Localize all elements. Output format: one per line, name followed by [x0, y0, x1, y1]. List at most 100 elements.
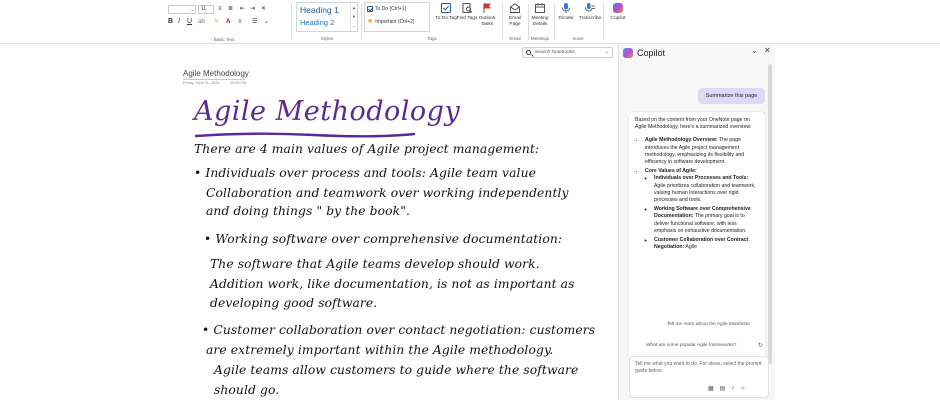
style-heading-2[interactable]: Heading 2: [300, 18, 334, 27]
compose-toolbar: ▦ ▤ ♪ ➤: [708, 385, 745, 392]
outlook-tasks-label: Outlook Tasks: [478, 16, 496, 27]
copilot-icon: [623, 48, 633, 58]
meeting-details-button[interactable]: Meeting Details: [528, 2, 552, 27]
font-size-value: 11: [201, 6, 207, 12]
title-underline: [183, 79, 245, 80]
ink-line[interactable]: Collaboration and teamwork over working …: [206, 186, 569, 200]
copilot-scrollbar[interactable]: [768, 64, 772, 364]
checkbox-icon: [367, 6, 373, 12]
ink-line[interactable]: Addition work, like documentation, is no…: [210, 277, 574, 291]
copilot-icon: [613, 3, 623, 13]
group-label: Basic Text: [213, 37, 235, 42]
font-size-dropdown[interactable]: 11: [198, 5, 214, 14]
copilot-compose-box[interactable]: Tell me what you want to do. For ideas, …: [629, 356, 769, 398]
bold-icon[interactable]: B: [168, 18, 173, 26]
ink-line[interactable]: • Working software over comprehensive do…: [204, 232, 562, 246]
strikethrough-icon[interactable]: ab: [198, 18, 205, 26]
note-page[interactable]: Agile Methodology Friday, June 21, 2024 …: [170, 60, 620, 400]
more-icon[interactable]: ⌄: [264, 18, 269, 26]
email-page-button[interactable]: Email Page: [503, 2, 527, 27]
todo-tag-label: To Do Tag: [435, 16, 457, 21]
ink-line[interactable]: • Individuals over process and tools: Ag…: [194, 166, 536, 180]
align-left-icon[interactable]: ≡: [238, 18, 242, 26]
italic-icon[interactable]: I: [178, 18, 180, 26]
transcribe-label: Transcribe: [578, 16, 602, 21]
page-time: 10:05 PM: [230, 81, 247, 85]
search-icon: [526, 50, 531, 55]
increase-indent-icon[interactable]: ⇥: [250, 5, 255, 13]
ink-line[interactable]: should go.: [214, 383, 279, 397]
compose-placeholder[interactable]: Tell me what you want to do. For ideas, …: [635, 361, 763, 375]
response-heading: Agile Methodology Overview:: [645, 137, 718, 144]
suggestion-chip[interactable]: Tell me more about the Agile Manifesto: [667, 322, 750, 327]
group-label: Meetings: [530, 36, 550, 41]
list-item: Customer Collaboration over Contract Neg…: [654, 237, 759, 251]
attach-icon[interactable]: ▤: [720, 385, 726, 392]
user-message: Summarize this page: [698, 88, 765, 104]
ink-line[interactable]: developing good software.: [210, 296, 377, 310]
tag-important[interactable]: ★ Important (Ctrl+2): [367, 18, 415, 25]
dictate-button[interactable]: Dictate: [554, 2, 578, 22]
ink-heading[interactable]: Agile Methodology: [194, 96, 460, 127]
email-page-label: Email Page: [509, 16, 521, 27]
flag-icon: [483, 3, 491, 13]
list-icon[interactable]: ≡: [218, 5, 222, 13]
response-heading: Core Values of Agile:: [645, 168, 697, 175]
suggestion-label: What are some popular Agile frameworks?: [646, 343, 737, 348]
tags-gallery[interactable]: To Do (Ctrl+1) ★ Important (Ctrl+2): [364, 2, 430, 32]
underline-icon[interactable]: U: [187, 18, 192, 26]
microphone-icon[interactable]: ♪: [731, 385, 734, 392]
list-item: Core Values of Agile: Individuals over P…: [645, 168, 759, 251]
numbered-list-icon[interactable]: ≣: [228, 5, 233, 13]
tag-todo[interactable]: To Do (Ctrl+1): [367, 6, 406, 12]
ink-line[interactable]: The software that Agile teams develop sh…: [210, 257, 540, 271]
font-name-dropdown[interactable]: ⌄: [168, 5, 196, 14]
ink-line[interactable]: and doing things " by the book".: [206, 204, 410, 218]
search-notebooks-input[interactable]: Search Notebooks ⌄: [522, 47, 613, 58]
chevron-down-icon[interactable]: ⌄: [751, 46, 758, 55]
ink-line[interactable]: There are 4 main values of Agile project…: [194, 142, 539, 156]
font-color-icon[interactable]: A: [226, 18, 230, 26]
ink-underline-stroke: [194, 132, 416, 138]
response-list: Agile Methodology Overview: The page int…: [635, 137, 759, 251]
copilot-ribbon-button[interactable]: Copilot: [606, 2, 630, 22]
ink-line[interactable]: • Customer collaboration over contact ne…: [202, 323, 595, 337]
clear-format-icon[interactable]: ✕: [261, 5, 266, 13]
align-center-icon[interactable]: ☰: [252, 18, 257, 26]
ink-line[interactable]: Agile teams allow customers to guide whe…: [214, 363, 578, 377]
group-label: Email: [509, 36, 521, 41]
transcribe-button[interactable]: Transcribe: [578, 2, 602, 22]
styles-gallery[interactable]: Heading 1 Heading 2 ▲ ▼ ⌄: [296, 2, 358, 32]
microphone-icon: [562, 3, 570, 13]
basic-text-group: ⌄ 11 ≡ ≣ ⇤ ⇥ ✕ B I U ab ✎ A ≡ ☰ ⌄ Basic …: [168, 0, 288, 44]
page-title[interactable]: Agile Methodology: [183, 69, 249, 78]
styles-scroll[interactable]: ▲ ▼ ⌄: [350, 3, 357, 31]
star-icon: ★: [367, 18, 374, 25]
copilot-pane: Copilot ⌄ ✕ Summarize this page Based on…: [619, 44, 775, 400]
copilot-title: Copilot: [637, 48, 666, 58]
refresh-icon[interactable]: ↻: [758, 340, 763, 352]
decrease-indent-icon[interactable]: ⇤: [240, 5, 245, 13]
send-icon[interactable]: ➤: [740, 385, 745, 392]
value-heading: Individuals over Processes and Tools:: [654, 175, 749, 182]
value-text: Agile: [685, 244, 697, 251]
list-item: Agile Methodology Overview: The page int…: [645, 137, 759, 166]
calendar-icon: [535, 3, 545, 13]
chevron-down-icon: ⌄: [190, 7, 194, 12]
outlook-tasks-button[interactable]: Outlook Tasks: [475, 2, 499, 27]
values-list: Individuals over Processes and Tools: Ag…: [645, 175, 759, 251]
background: [775, 44, 940, 400]
find-tags-icon: [462, 3, 473, 13]
suggestion-chip[interactable]: What are some popular Agile frameworks? …: [643, 340, 765, 352]
response-intro: Based on the content from your OneNote p…: [635, 117, 752, 131]
ink-line[interactable]: are extremely important within the Agile…: [206, 343, 553, 357]
list-item: Working Software over Comprehensive Docu…: [654, 206, 759, 235]
highlight-icon[interactable]: ✎: [214, 18, 219, 26]
group-label: Tags: [427, 36, 437, 41]
chevron-down-icon[interactable]: ⌄: [605, 48, 609, 57]
close-icon[interactable]: ✕: [764, 46, 771, 55]
value-heading: Customer Collaboration over Contract Neg…: [654, 237, 749, 251]
checkbox-icon: [441, 3, 451, 13]
prompt-guide-icon[interactable]: ▦: [708, 385, 714, 392]
style-heading-1[interactable]: Heading 1: [300, 5, 339, 15]
